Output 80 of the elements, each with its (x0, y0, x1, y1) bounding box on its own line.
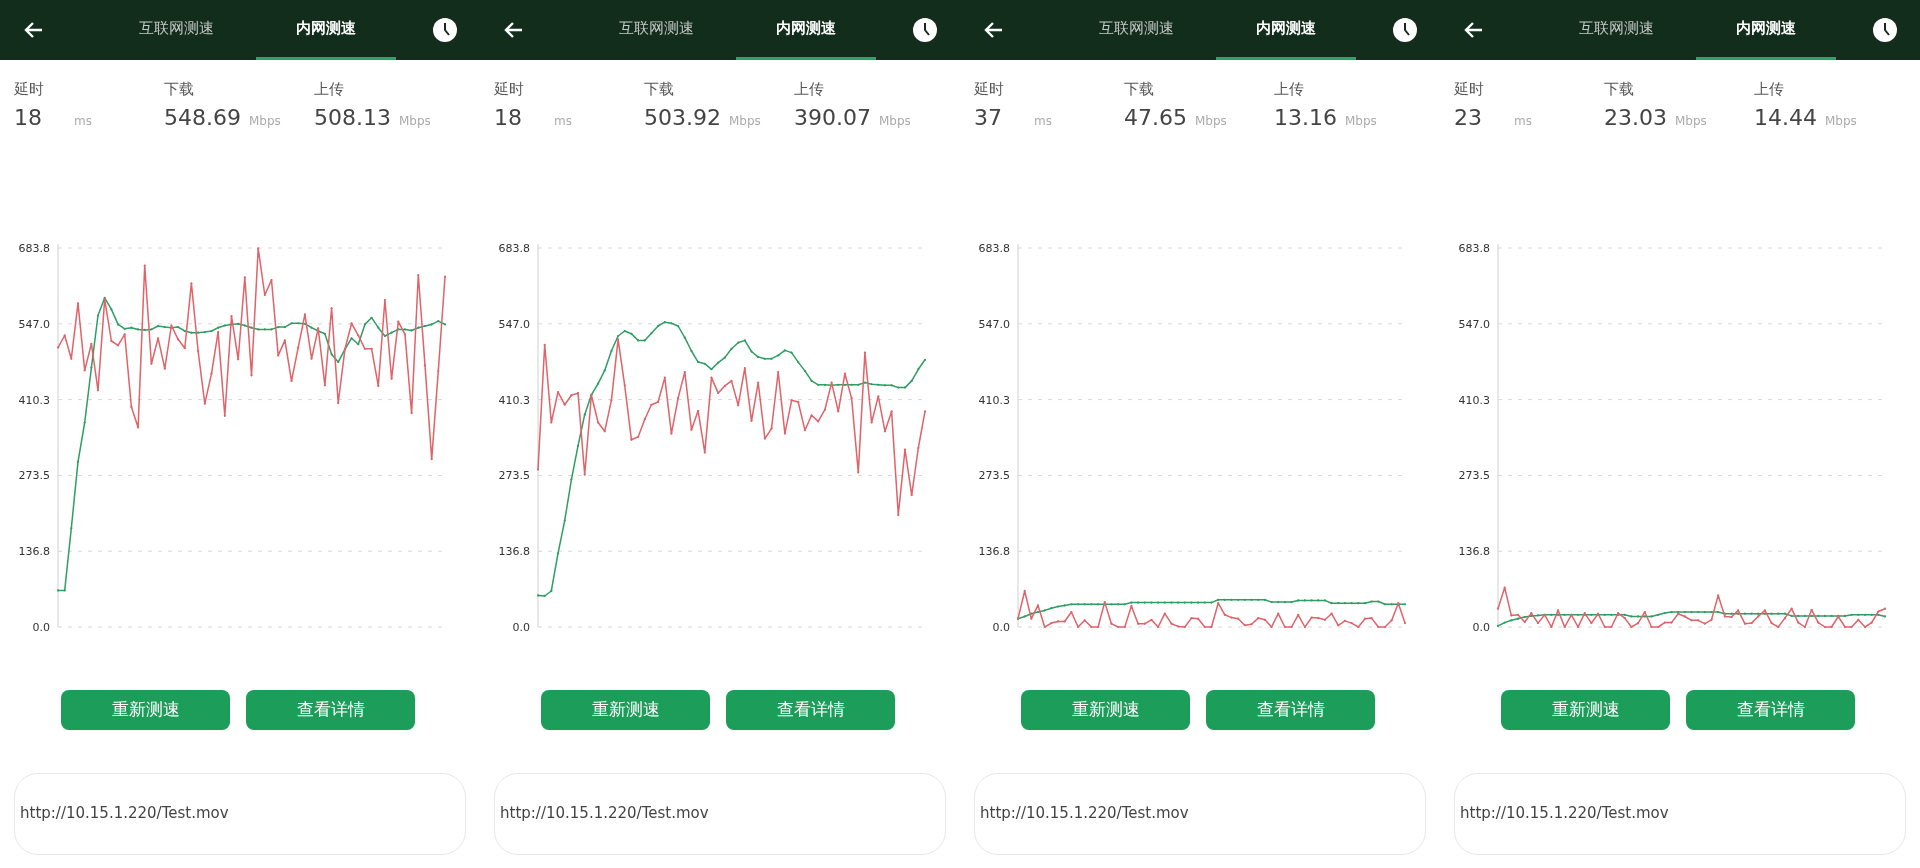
stat-value: 14.44 (1754, 103, 1817, 132)
axis-tick-label: 683.8 (498, 241, 530, 255)
axis-tick-label: 547.0 (1458, 317, 1490, 331)
stat-label: 下载 (1604, 79, 1635, 100)
axis-tick-label: 0.0 (992, 620, 1010, 634)
stat-label: 下载 (164, 79, 195, 100)
tab[interactable]: 内网测速 (736, 0, 876, 60)
axis-tick-label: 136.8 (978, 544, 1010, 558)
axis-tick-label: 683.8 (1458, 241, 1490, 255)
tab[interactable]: 互联网测速 (1066, 0, 1206, 60)
axis-tick-label: 0.0 (512, 620, 530, 634)
stat-unit: ms (74, 112, 92, 130)
axis-tick-label: 273.5 (18, 468, 50, 482)
axis-tick-label: 273.5 (978, 468, 1010, 482)
clock-icon (1392, 17, 1418, 43)
stat-unit: Mbps (879, 112, 911, 130)
clock-icon (912, 17, 938, 43)
axis-tick-label: 0.0 (1472, 620, 1490, 634)
stat-value: 13.16 (1274, 103, 1337, 132)
stat-label: 延时 (14, 79, 45, 100)
axis-tick-label: 547.0 (18, 317, 50, 331)
clock-icon (1872, 17, 1898, 43)
stat-value: 47.65 (1124, 103, 1187, 132)
axis-tick-label: 0.0 (32, 620, 50, 634)
stat-label: 延时 (974, 79, 1005, 100)
history-button[interactable] (1872, 17, 1898, 43)
url-text: http://10.15.1.220/Test.mov (20, 803, 229, 825)
stat-label: 上传 (1274, 79, 1305, 100)
stat-value: 548.69 (164, 103, 241, 132)
axis-tick-label: 136.8 (498, 544, 530, 558)
url-text: http://10.15.1.220/Test.mov (980, 803, 1189, 825)
stat-value: 508.13 (314, 103, 391, 132)
url-text: http://10.15.1.220/Test.mov (1460, 803, 1669, 825)
axis-tick-label: 410.3 (1458, 393, 1490, 407)
stat-label: 上传 (1754, 79, 1785, 100)
stat-unit: Mbps (1825, 112, 1857, 130)
history-button[interactable] (432, 17, 458, 43)
stat-unit: Mbps (399, 112, 431, 130)
clock-icon (432, 17, 458, 43)
stat-label: 上传 (314, 79, 345, 100)
stat-value: 18 (14, 103, 42, 132)
stat-label: 上传 (794, 79, 825, 100)
stat-unit: Mbps (1195, 112, 1227, 130)
stat-unit: ms (1514, 112, 1532, 130)
axis-tick-label: 136.8 (18, 544, 50, 558)
stat-label: 延时 (1454, 79, 1485, 100)
stat-unit: ms (1034, 112, 1052, 130)
axis-tick-label: 683.8 (18, 241, 50, 255)
history-button[interactable] (1392, 17, 1418, 43)
stat-value: 37 (974, 103, 1002, 132)
tab[interactable]: 内网测速 (1696, 0, 1836, 60)
stat-value: 503.92 (644, 103, 721, 132)
axis-tick-label: 410.3 (978, 393, 1010, 407)
stat-unit: Mbps (729, 112, 761, 130)
tab[interactable]: 内网测速 (256, 0, 396, 60)
stat-unit: Mbps (1675, 112, 1707, 130)
stat-label: 下载 (1124, 79, 1155, 100)
tab[interactable]: 互联网测速 (1546, 0, 1686, 60)
axis-tick-label: 547.0 (978, 317, 1010, 331)
stat-unit: Mbps (1345, 112, 1377, 130)
stat-label: 延时 (494, 79, 525, 100)
tab[interactable]: 互联网测速 (586, 0, 726, 60)
axis-tick-label: 410.3 (498, 393, 530, 407)
stat-unit: Mbps (249, 112, 281, 130)
axis-tick-label: 547.0 (498, 317, 530, 331)
tab[interactable]: 内网测速 (1216, 0, 1356, 60)
axis-tick-label: 273.5 (1458, 468, 1490, 482)
stat-label: 下载 (644, 79, 675, 100)
tab[interactable]: 互联网测速 (106, 0, 246, 60)
axis-tick-label: 683.8 (978, 241, 1010, 255)
axis-tick-label: 273.5 (498, 468, 530, 482)
stat-value: 23 (1454, 103, 1482, 132)
stat-unit: ms (554, 112, 572, 130)
axis-tick-label: 136.8 (1458, 544, 1490, 558)
stat-value: 18 (494, 103, 522, 132)
history-button[interactable] (912, 17, 938, 43)
stat-value: 390.07 (794, 103, 871, 132)
axis-tick-label: 410.3 (18, 393, 50, 407)
url-text: http://10.15.1.220/Test.mov (500, 803, 709, 825)
stat-value: 23.03 (1604, 103, 1667, 132)
